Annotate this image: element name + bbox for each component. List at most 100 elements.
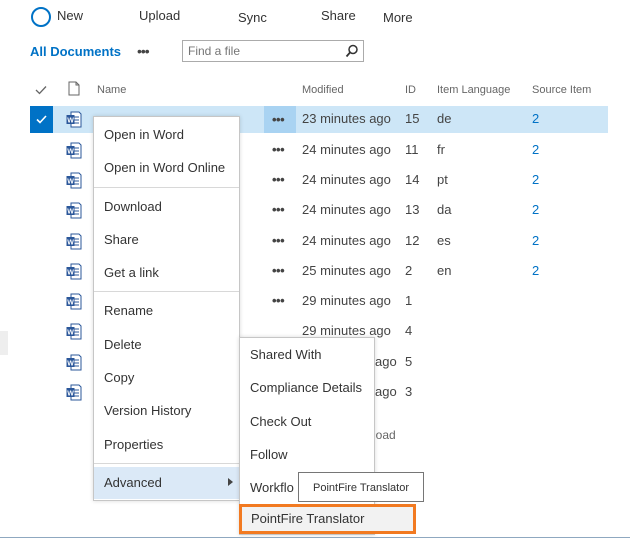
word-doc-icon: W	[66, 111, 82, 128]
word-doc-icon: W	[66, 263, 82, 280]
cell-id: 2	[405, 263, 413, 278]
row-menu-ellipsis[interactable]: •••	[272, 263, 285, 278]
new-circle-icon[interactable]	[31, 7, 51, 27]
row-menu-ellipsis[interactable]: •••	[272, 142, 285, 157]
cell-modified: ago	[375, 354, 397, 369]
cell-modified: 24 minutes ago	[302, 233, 391, 248]
menu-compliance-details[interactable]: Compliance Details	[240, 373, 374, 403]
word-doc-icon: W	[66, 293, 82, 310]
menu-rename[interactable]: Rename	[94, 296, 239, 326]
more-button[interactable]: More	[383, 10, 413, 25]
menu-advanced[interactable]: Advanced	[94, 467, 239, 499]
row-menu-ellipsis[interactable]: •••	[272, 112, 285, 127]
cell-modified: 24 minutes ago	[302, 142, 391, 157]
svg-text:W: W	[67, 118, 74, 125]
cell-id: 4	[405, 323, 413, 338]
cell-id: 15	[405, 111, 420, 126]
menu-download[interactable]: Download	[94, 192, 239, 222]
word-doc-icon: W	[66, 142, 82, 159]
word-doc-icon: W	[66, 172, 82, 189]
menu-share[interactable]: Share	[94, 225, 239, 255]
word-doc-icon: W	[66, 323, 82, 340]
cell-source-item-link[interactable]: 2	[532, 142, 539, 157]
magnifier-icon[interactable]	[345, 44, 359, 58]
cell-id: 13	[405, 202, 420, 217]
cell-id: 12	[405, 233, 420, 248]
cell-item-language: de	[437, 111, 452, 126]
cell-id: 1	[405, 293, 413, 308]
column-header-item-language[interactable]: Item Language	[437, 84, 510, 96]
bottom-divider	[0, 537, 630, 538]
item-context-menu: Open in Word Open in Word Online Downloa…	[93, 116, 240, 501]
file-type-header-icon	[68, 81, 80, 96]
row-menu-ellipsis[interactable]: •••	[272, 233, 285, 248]
svg-text:W: W	[67, 240, 74, 247]
cell-modified: ago	[375, 384, 397, 399]
select-all-checkmark-icon[interactable]	[35, 85, 47, 95]
cell-source-item-link[interactable]: 2	[532, 172, 539, 187]
cell-modified: 25 minutes ago	[302, 263, 391, 278]
sync-button[interactable]: Sync	[238, 10, 267, 25]
cell-id: 14	[405, 172, 420, 187]
svg-text:W: W	[67, 330, 74, 337]
cell-item-language: pt	[437, 172, 448, 187]
menu-get-a-link[interactable]: Get a link	[94, 258, 239, 288]
search-box[interactable]	[182, 40, 364, 62]
row-menu-ellipsis[interactable]: •••	[272, 172, 285, 187]
cell-id: 3	[405, 384, 413, 399]
word-doc-icon: W	[66, 384, 82, 401]
svg-text:W: W	[67, 149, 74, 156]
cell-source-item-link[interactable]: 2	[532, 202, 539, 217]
menu-delete[interactable]: Delete	[94, 330, 239, 360]
submenu-arrow-icon	[228, 478, 233, 486]
column-header-source-item[interactable]: Source Item	[532, 84, 591, 96]
left-scroll-edge	[0, 331, 8, 355]
cell-source-item-link[interactable]: 2	[532, 263, 539, 278]
cell-item-language: es	[437, 233, 451, 248]
column-header-id[interactable]: ID	[405, 84, 416, 96]
menu-version-history[interactable]: Version History	[94, 396, 239, 426]
menu-advanced-label: Advanced	[104, 475, 162, 490]
menu-open-in-word-online[interactable]: Open in Word Online	[94, 153, 239, 183]
svg-text:W: W	[67, 209, 74, 216]
upload-button[interactable]: Upload	[139, 8, 180, 23]
view-options-ellipsis[interactable]: •••	[137, 43, 150, 59]
drag-upload-hint: load	[373, 428, 396, 442]
row-checkbox-selected[interactable]	[30, 106, 53, 133]
menu-divider	[94, 463, 239, 464]
word-doc-icon: W	[66, 233, 82, 250]
word-doc-icon: W	[66, 354, 82, 371]
cell-id: 5	[405, 354, 413, 369]
menu-shared-with[interactable]: Shared With	[240, 340, 374, 370]
menu-open-in-word[interactable]: Open in Word	[94, 120, 239, 150]
view-all-documents[interactable]: All Documents	[30, 44, 121, 59]
row-menu-ellipsis[interactable]: •••	[272, 202, 285, 217]
word-doc-icon: W	[66, 202, 82, 219]
search-input[interactable]	[188, 43, 338, 59]
menu-follow[interactable]: Follow	[240, 440, 374, 470]
menu-check-out[interactable]: Check Out	[240, 407, 374, 437]
svg-text:W: W	[67, 179, 74, 186]
row-menu-ellipsis[interactable]: •••	[272, 293, 285, 308]
menu-copy[interactable]: Copy	[94, 363, 239, 393]
cell-id: 11	[405, 142, 419, 157]
cell-modified: 29 minutes ago	[302, 293, 391, 308]
menu-divider	[94, 291, 239, 292]
cell-modified: 29 minutes ago	[302, 323, 391, 338]
cell-source-item-link[interactable]: 2	[532, 233, 539, 248]
cell-item-language: da	[437, 202, 452, 217]
share-button[interactable]: Share	[321, 8, 356, 23]
cell-modified: 24 minutes ago	[302, 172, 391, 187]
checkmark-icon	[36, 115, 47, 124]
menu-divider	[94, 187, 239, 188]
new-label[interactable]: New	[57, 8, 83, 23]
cell-source-item-link[interactable]: 2	[532, 111, 539, 126]
cell-item-language: en	[437, 263, 452, 278]
cell-item-language: fr	[437, 142, 445, 157]
svg-text:W: W	[67, 361, 74, 368]
column-header-modified[interactable]: Modified	[302, 84, 344, 96]
column-header-name[interactable]: Name	[97, 84, 126, 96]
menu-pointfire-translator[interactable]: PointFire Translator	[239, 504, 416, 534]
svg-text:W: W	[67, 391, 74, 398]
menu-properties[interactable]: Properties	[94, 430, 239, 460]
